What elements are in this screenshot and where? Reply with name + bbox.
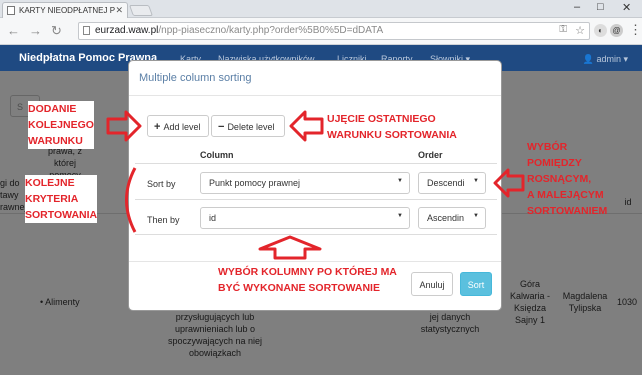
sort-by-order-select[interactable]: Descendi ▼	[418, 172, 486, 194]
cancel-button[interactable]: Anuluj	[411, 272, 453, 296]
modal-header-divider	[129, 95, 501, 96]
annotation-line: WARUNKU SORTOWANIA	[327, 129, 457, 141]
extension-2-icon[interactable]: @	[610, 24, 623, 37]
reload-icon[interactable]: ↻	[51, 23, 62, 39]
annotation-column-choice: WYBÓR KOLUMNY PO KTÓREJ MA BYĆ WYKONANE …	[218, 264, 397, 296]
sort-button[interactable]: Sort	[460, 272, 492, 296]
annotation-line: KRYTERIA	[25, 193, 79, 205]
annotation-line: ROSNĄCYM,	[527, 173, 592, 185]
annotation-line: POMIĘDZY	[527, 157, 582, 169]
modal-footer-divider	[129, 261, 501, 262]
plus-icon: +	[154, 121, 161, 133]
then-by-order-value: Ascendin	[427, 213, 465, 223]
page-icon	[7, 6, 15, 15]
column-header: Column	[200, 150, 234, 160]
then-by-column-value: id	[209, 213, 217, 223]
annotation-order-choice: WYBÓR POMIĘDZY ROSNĄCYM, A MALEJĄCYM SOR…	[527, 139, 607, 219]
annotation-line: DODANIE	[28, 103, 77, 115]
then-by-order-select[interactable]: Ascendin ▼	[418, 207, 486, 229]
delete-level-button[interactable]: − Delete level	[211, 115, 285, 137]
annotation-line: WYBÓR KOLUMNY PO KTÓREJ MA	[218, 266, 397, 278]
table-divider	[135, 199, 497, 200]
table-divider	[135, 163, 497, 164]
sort-by-column-select[interactable]: Punkt pomocy prawnej ▼	[200, 172, 410, 194]
browser-tab-bar: KARTY NIEODPŁATNEJ P ✕ – □ ✕	[0, 0, 642, 18]
annotation-delete-level: UJĘCIE OSTATNIEGO WARUNKU SORTOWANIA	[327, 111, 457, 143]
chevron-down-icon: ▼	[473, 213, 479, 219]
sort-by-column-value: Punkt pomocy prawnej	[209, 178, 301, 188]
url-path: /npp-piaseczno/karty.php?order%5B0%5D=dD…	[158, 25, 384, 36]
add-level-button[interactable]: + Add level	[147, 115, 209, 137]
annotation-line: SORTOWANIA	[25, 209, 98, 221]
annotation-line: A MALEJĄCYM	[527, 189, 604, 201]
minus-icon: −	[218, 121, 225, 133]
annotation-criteria: KOLEJNE KRYTERIA SORTOWANIA	[25, 175, 98, 223]
annotation-line: KOLEJNE	[25, 177, 75, 189]
bookmark-star-icon[interactable]: ☆	[575, 24, 585, 37]
back-icon[interactable]: ←	[7, 23, 20, 38]
new-tab-button[interactable]	[128, 5, 154, 16]
then-by-label: Then by	[147, 215, 180, 225]
address-bar-area: ← → ↻ eurzad.waw.pl/npp-piaseczno/karty.…	[0, 18, 642, 45]
minimize-icon[interactable]: –	[574, 1, 580, 13]
admin-label: admin ▾	[596, 54, 628, 64]
maximize-icon[interactable]: □	[597, 1, 604, 13]
add-level-label: Add level	[163, 122, 201, 132]
annotation-line: WARUNKU	[28, 135, 83, 147]
extension-icon[interactable]: ◐	[594, 24, 607, 37]
annotation-line: KOLEJNEGO	[28, 119, 94, 131]
menu-icon[interactable]: ⋮	[629, 22, 642, 38]
key-icon[interactable]: ⚿	[559, 24, 567, 35]
order-header: Order	[418, 150, 443, 160]
url-host: eurzad.waw.pl	[95, 25, 159, 36]
annotation-line: WYBÓR	[527, 141, 568, 153]
forward-icon[interactable]: →	[29, 23, 42, 38]
sort-by-order-value: Descendi	[427, 178, 465, 188]
admin-menu[interactable]: 👤 admin ▾	[583, 54, 628, 65]
annotation-add-level: DODANIE KOLEJNEGO WARUNKU	[28, 101, 94, 149]
then-by-column-select[interactable]: id ▼	[200, 207, 410, 229]
chevron-down-icon: ▼	[473, 178, 479, 184]
tab-title: KARTY NIEODPŁATNEJ P	[19, 6, 116, 15]
table-divider	[135, 234, 497, 235]
close-tab-icon[interactable]: ✕	[115, 5, 123, 16]
close-window-icon[interactable]: ✕	[622, 1, 631, 14]
delete-level-label: Delete level	[227, 122, 275, 132]
sort-by-label: Sort by	[147, 179, 176, 189]
annotation-line: UJĘCIE OSTATNIEGO	[327, 113, 436, 125]
url-input[interactable]: eurzad.waw.pl/npp-piaseczno/karty.php?or…	[78, 22, 590, 40]
chevron-down-icon: ▼	[397, 178, 403, 184]
chevron-down-icon: ▼	[397, 213, 403, 219]
annotation-line: SORTOWANIEM	[527, 205, 608, 217]
modal-title: Multiple column sorting	[139, 72, 252, 84]
page-info-icon	[83, 26, 90, 35]
annotation-line: BYĆ WYKONANE SORTOWANIE	[218, 282, 380, 294]
browser-tab[interactable]: KARTY NIEODPŁATNEJ P ✕	[2, 2, 128, 18]
